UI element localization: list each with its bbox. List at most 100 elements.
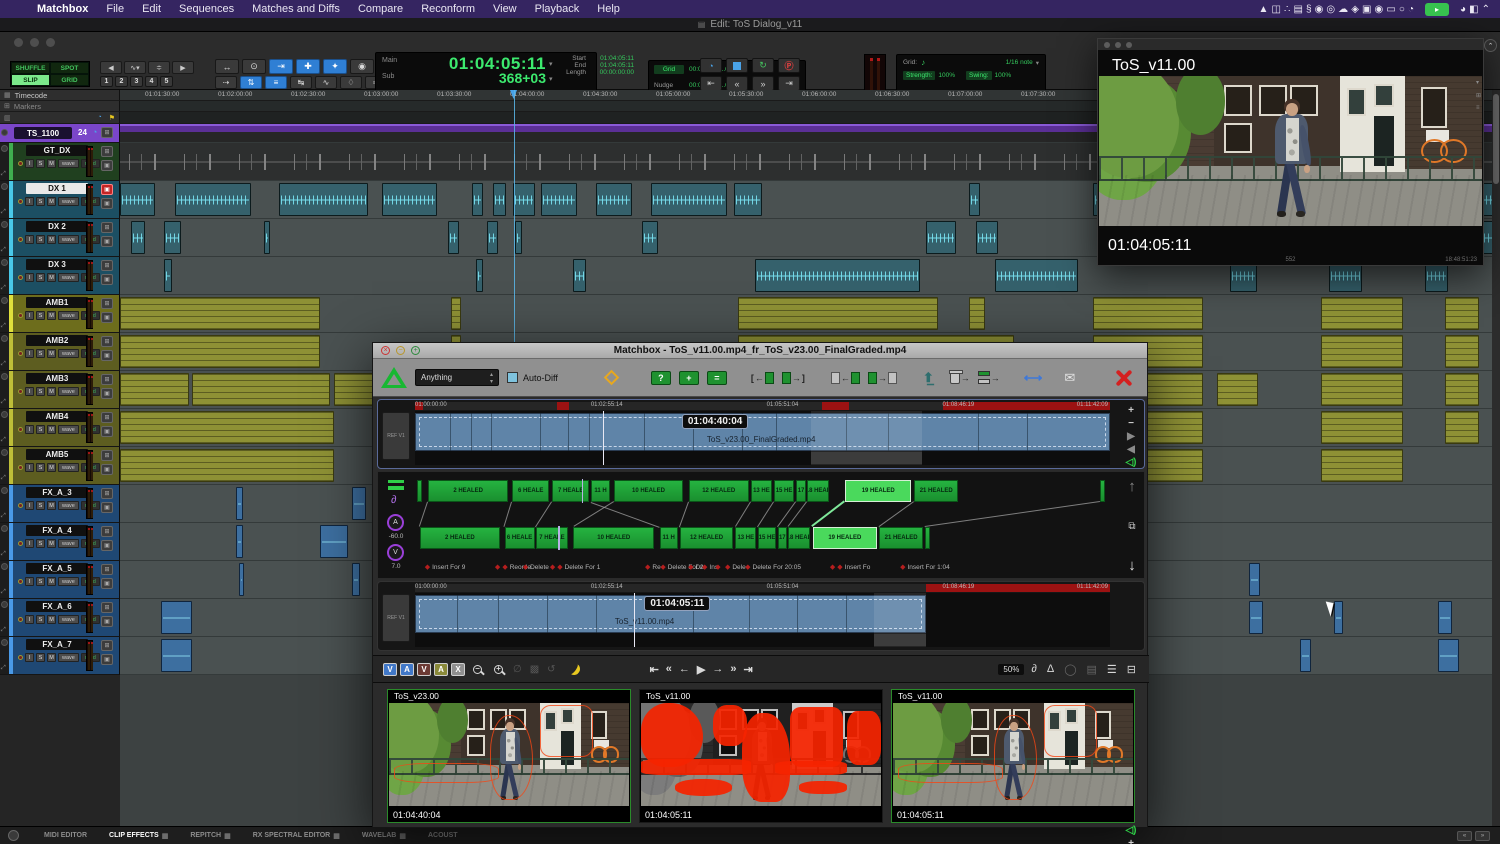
audio-clip[interactable] xyxy=(161,639,191,672)
audio-clip[interactable] xyxy=(755,259,921,292)
zoom-left-icon[interactable]: ◀ xyxy=(100,61,122,74)
menu-app-name[interactable]: Matchbox xyxy=(28,3,97,15)
menu-item-compare[interactable]: Compare xyxy=(349,3,412,15)
healed-segment-18[interactable]: 18 HEAL xyxy=(807,480,829,502)
view-toggle-x[interactable]: X xyxy=(451,663,465,676)
healed-segment-12[interactable]: 12 HEALED xyxy=(689,480,749,502)
window-tile-icon[interactable]: ◫ xyxy=(1271,4,1280,15)
diff-event[interactable]: ◆ xyxy=(715,563,722,571)
healed-segment-18[interactable]: 18 HEAL xyxy=(788,527,810,549)
track-lane-AMB1[interactable] xyxy=(120,295,1500,333)
healed-segment-19[interactable]: 19 HEALED xyxy=(845,480,911,502)
track-header-TS_1100[interactable]: TS_110024◔⊞ xyxy=(0,124,120,143)
track-s-button[interactable]: S xyxy=(36,539,45,548)
healed-segment-15[interactable]: 15 HE xyxy=(774,480,795,502)
screen-record-icon[interactable]: ▸ xyxy=(1425,3,1449,16)
track-i-button[interactable]: I xyxy=(25,501,34,510)
audio-clip[interactable] xyxy=(513,183,535,216)
zoom-level-badge[interactable]: 50% xyxy=(998,664,1024,675)
length-value[interactable]: 00:00:00:00 xyxy=(586,69,634,76)
match-out-button[interactable]: →] xyxy=(782,372,805,384)
sub-counter-dropdown-icon[interactable]: ▾ xyxy=(549,75,553,83)
track-i-button[interactable]: I xyxy=(25,273,34,282)
swing-label[interactable]: Swing: xyxy=(966,71,992,80)
layered-edit[interactable]: ♢ xyxy=(340,76,362,89)
track-expand-icon[interactable]: ⤢ xyxy=(1,589,6,596)
window-traffic-lights[interactable] xyxy=(14,38,55,47)
track-insert-button[interactable]: ⊞ xyxy=(101,222,113,233)
track-s-button[interactable]: S xyxy=(36,349,45,358)
track-insert-button[interactable]: ⊞ xyxy=(101,127,113,138)
zoom-out-magnifier-icon[interactable]: − xyxy=(473,665,482,674)
minimize-icon[interactable]: − xyxy=(396,346,405,355)
track-header-FX_A_3[interactable]: ⤢FX_A_3▾ISMwaveread⊞▣ xyxy=(0,485,120,523)
zoom-preset-5[interactable]: 5 xyxy=(160,76,173,87)
menu-item-file[interactable]: File xyxy=(97,3,133,15)
layers-apply-button[interactable]: → xyxy=(978,371,1000,384)
track-header-AMB4[interactable]: ⤢AMB4▾ISMwaveread⊞▣ xyxy=(0,409,120,447)
sub-counter-value[interactable]: 368+03 xyxy=(436,70,546,86)
audio-clip[interactable] xyxy=(451,297,461,330)
audio-clip[interactable] xyxy=(1445,373,1480,406)
scroll-right-button[interactable]: » xyxy=(1475,831,1490,841)
record-pie-icon[interactable]: ◕ xyxy=(1460,4,1466,15)
matchbox-window-buttons[interactable]: × − + xyxy=(381,346,420,355)
track-comments-button[interactable]: ▣ xyxy=(101,388,113,399)
track-i-button[interactable]: I xyxy=(25,197,34,206)
track-insert-button[interactable]: ⊞ xyxy=(101,488,113,499)
track-freeze-icon[interactable] xyxy=(1,601,8,608)
track-expand-icon[interactable]: ⤢ xyxy=(1,323,6,330)
healed-segment-6[interactable]: 6 HEALE xyxy=(512,480,549,502)
search-icon[interactable]: ○ xyxy=(1399,4,1405,15)
track-s-button[interactable]: S xyxy=(36,387,45,396)
track-freeze-icon[interactable] xyxy=(1,183,8,190)
bottom-target-icon[interactable] xyxy=(8,830,19,841)
record-button[interactable]: Ⓟ xyxy=(778,58,800,73)
track-i-button[interactable]: I xyxy=(25,387,34,396)
track-view-selector[interactable]: wave xyxy=(58,501,79,510)
track-insert-button[interactable]: ⊞ xyxy=(101,450,113,461)
record-enable-dot[interactable] xyxy=(18,541,23,546)
track-insert-button[interactable]: ⊞ xyxy=(101,298,113,309)
grabber-tool[interactable]: ✦ xyxy=(323,59,347,74)
audio-clip[interactable] xyxy=(596,183,632,216)
track-header-DX-3[interactable]: ⤢DX 3▾ISMwaveread⊞▣ xyxy=(0,257,120,295)
record-enable-dot[interactable] xyxy=(18,427,23,432)
upload-icon[interactable]: ⬆̲ xyxy=(923,370,934,386)
track-freeze-icon[interactable] xyxy=(1,373,8,380)
track-view-selector[interactable]: wave xyxy=(58,653,79,662)
audio-clip[interactable] xyxy=(236,525,243,558)
track-i-button[interactable]: I xyxy=(25,159,34,168)
track-m-button[interactable]: M xyxy=(47,463,56,472)
reference-timeline-top[interactable]: 01:00:00:0001:02:55:1401:05:51:0401:08:4… xyxy=(377,399,1145,469)
record-enable-dot[interactable] xyxy=(18,617,23,622)
healed-segment-21[interactable]: 21 HEALED xyxy=(914,480,958,502)
track-i-button[interactable]: I xyxy=(25,653,34,662)
track-freeze-icon[interactable] xyxy=(1,411,8,418)
healed-segment-17[interactable]: 17 xyxy=(796,480,806,502)
link-icon[interactable]: ⧉ xyxy=(1128,521,1135,532)
track-expand-icon[interactable]: ⤢ xyxy=(1,437,6,444)
track-name[interactable]: GT_DX xyxy=(26,145,88,156)
healed-segment-15[interactable]: 15 HE xyxy=(758,527,777,549)
track-view-selector[interactable]: wave xyxy=(58,235,79,244)
mode-spot[interactable]: SPOT xyxy=(50,62,89,74)
audio-clip[interactable] xyxy=(120,411,334,444)
video-window[interactable]: ToS_v11.00 01:04:05:11 552 18:48:51:23 ▾… xyxy=(1097,38,1484,266)
healed-segment-6[interactable]: 6 HEALE xyxy=(505,527,535,549)
audio-clip[interactable] xyxy=(1321,373,1404,406)
track-freeze-icon[interactable] xyxy=(1,525,8,532)
track-expand-icon[interactable]: ⤢ xyxy=(1,171,6,178)
track-name[interactable]: AMB2 xyxy=(26,335,88,346)
flag-filter-icon[interactable]: ⚑ xyxy=(109,114,115,122)
menu-item-sequences[interactable]: Sequences xyxy=(170,3,243,15)
close-icon[interactable]: × xyxy=(381,346,390,355)
track-freeze-icon[interactable] xyxy=(1,297,8,304)
cloud-icon[interactable]: ☁ xyxy=(1338,4,1348,15)
view-toggle-v[interactable]: V xyxy=(417,663,431,676)
play-left-icon[interactable]: ◀ xyxy=(1127,445,1135,455)
mb-transport-4[interactable]: → xyxy=(712,663,723,676)
track-s-button[interactable]: S xyxy=(36,311,45,320)
healed-segment-11[interactable]: 11 H xyxy=(660,527,678,549)
track-comments-button[interactable]: ▣ xyxy=(101,312,113,323)
